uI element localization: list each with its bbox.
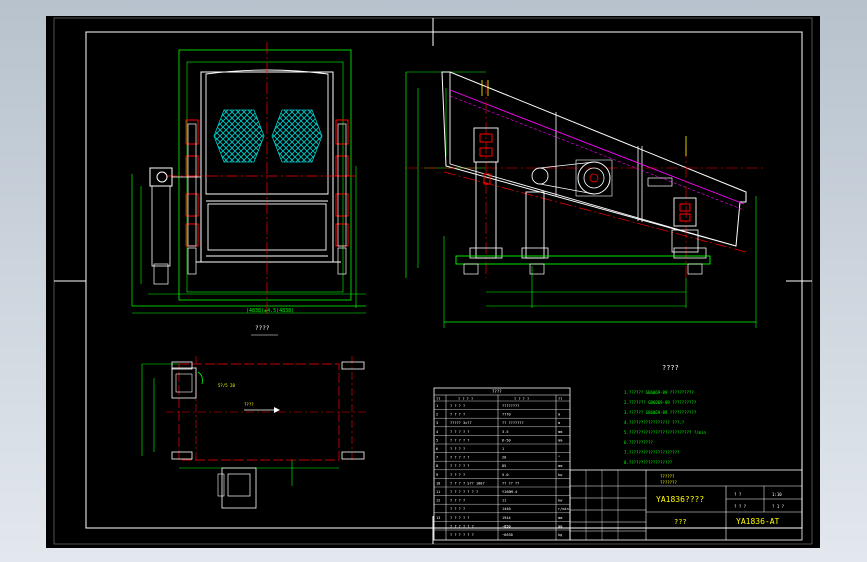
parts-cell: m [558, 421, 560, 425]
parts-cell: ? ? ? ? ? ? [450, 524, 474, 528]
parts-cell: 12 [436, 499, 440, 503]
parts-cell: ? ? ? ? [450, 473, 465, 477]
plan-view: 5?/5 20 ???? [141, 356, 366, 509]
parts-cell: 4 [436, 430, 438, 434]
parts-table-title: ???? [492, 389, 502, 394]
parts-cell: 9 [436, 473, 438, 477]
parts-cell: mm [558, 464, 562, 468]
scale-value: 1:10 [772, 492, 782, 497]
parts-cell: ? ? ? ? S?? 180? [450, 481, 485, 485]
sheet-label: ? ? ? [734, 504, 747, 509]
note-7: 7.????????????????????? [624, 450, 680, 455]
parts-cell: 1440 [502, 507, 511, 511]
parts-cell: mm [558, 524, 562, 528]
technical-notes: ???? 1.?????? GB6069-89 ?????????? 2.???… [624, 364, 706, 465]
drawing-number: YA1836-AT [736, 517, 780, 526]
parts-header-2: ? ? ? ? [514, 397, 529, 401]
parts-cell: ? ? ? ? [450, 413, 465, 417]
note-5: 5.?????????????????????????? ?/min [624, 430, 706, 435]
parts-cell: 11 [502, 499, 506, 503]
parts-cell: ?? ??????? [502, 421, 524, 425]
parts-cell: ° [558, 456, 560, 460]
parts-cell: Y160M-4 [502, 490, 517, 494]
parts-cell: 10 [436, 481, 440, 485]
parts-cell: ? ? ? ? ? [450, 438, 469, 442]
parts-cell: 5 [436, 438, 438, 442]
cad-drawing-canvas[interactable]: (4838)±4.5(4838) ???? 5?/5 20 ???? ???? … [46, 16, 820, 548]
parts-cell: kw [558, 473, 563, 477]
parts-cell: kw [558, 499, 563, 503]
parts-header-0: ?? [436, 397, 440, 401]
note-6: 6.?????????? [624, 440, 653, 445]
parts-cell: ???????? [502, 404, 519, 408]
parts-cell: 3.5 [502, 430, 509, 434]
front-view-caption: ???? [255, 325, 270, 332]
parts-cell: ? ? ? ? [450, 499, 465, 503]
parts-cell: mm [558, 430, 562, 434]
plan-note-a: 5?/5 20 [218, 383, 235, 388]
note-4: 4.????????????????? ???.? [624, 420, 685, 425]
drawing-name: YA1836???? [656, 495, 704, 504]
scale-label: ? ? [734, 492, 742, 497]
parts-cell: 1944 [502, 516, 511, 520]
notes-title: ???? [662, 364, 679, 372]
parts-cell: ? ? ? ? [450, 404, 465, 408]
drawing-svg: (4838)±4.5(4838) ???? 5?/5 20 ???? ???? … [53, 17, 813, 545]
parts-cell: 3 [436, 421, 438, 425]
note-2: 2.??????? GB6069-89 ?????????? [624, 400, 697, 405]
parts-cell: 20 [502, 456, 506, 460]
parts-cell: 2 [436, 413, 438, 417]
sheet-value: ? 1 ? [772, 504, 785, 509]
parts-cell: ? ? ? ? ? [450, 464, 469, 468]
parts-cell: 7 [436, 456, 438, 460]
parts-cell: 1 [502, 447, 504, 451]
parts-cell: ~850 [502, 524, 511, 528]
parts-cell: 6-50 [502, 438, 511, 442]
parts-cell: kg [558, 533, 562, 537]
parts-cell: 13 [436, 516, 440, 520]
title-company: ?????? [660, 474, 675, 479]
side-view [405, 71, 766, 328]
parts-cell: ~6630 [502, 533, 513, 537]
parts-cell: r/min [558, 507, 569, 511]
parts-cell: 85 [502, 464, 506, 468]
parts-cell: m [558, 413, 560, 417]
plan-arrow-label: ???? [244, 402, 254, 407]
title-block: ?????? ??????? YA1836???? ??? YA1836-AT … [569, 469, 803, 541]
parts-table-rows: 1 ? ? ? ? ???????? 2 ? ? ? ? ???0 m 3 ????? 3×?7… [434, 400, 570, 537]
parts-header-1: ? ? ? ? [458, 397, 473, 401]
parts-table: ???? ?? ? ? ? ? ? ? ? ? ?? 1 ? ? ? ??????… [433, 387, 571, 541]
note-1: 1.?????? GB6069-89 ?????????? [624, 390, 694, 395]
parts-cell: ? ? ? ? ? [450, 430, 469, 434]
parts-cell: ? ? ? ? ? [450, 456, 469, 460]
parts-cell: ? ? ? ? ? [450, 516, 469, 520]
parts-cell: 11 [436, 490, 440, 494]
parts-cell: ????? 3×?7 [450, 421, 472, 425]
front-view: (4838)±4.5(4838) ???? [131, 42, 366, 336]
parts-cell: 6 [436, 447, 438, 451]
front-dim-label: (4838)±4.5(4838) [246, 308, 294, 314]
parts-cell: ? ? ? ? [450, 447, 465, 451]
parts-cell: ? ? ? ? ? ? ? [450, 490, 478, 494]
title-subtitle: ??????? [660, 480, 677, 485]
parts-cell: 1 [436, 404, 438, 408]
parts-cell: ? ? ? ? [450, 507, 465, 511]
note-8: 8.?????????????????? [624, 460, 673, 465]
parts-cell: mm [558, 438, 562, 442]
parts-header-3: ?? [558, 397, 562, 401]
parts-cell: 8 [436, 464, 438, 468]
parts-cell: ?? ?? ?? [502, 481, 519, 485]
drawing-name-2: ??? [674, 518, 687, 526]
parts-cell: ???0 [502, 413, 511, 417]
parts-cell: mm [558, 516, 562, 520]
parts-cell: ? ? ? ? ? ? [450, 533, 474, 537]
parts-cell: 5.0 [502, 473, 509, 477]
note-3: 3.?????? GB6069-89 ??????????? [624, 410, 697, 415]
